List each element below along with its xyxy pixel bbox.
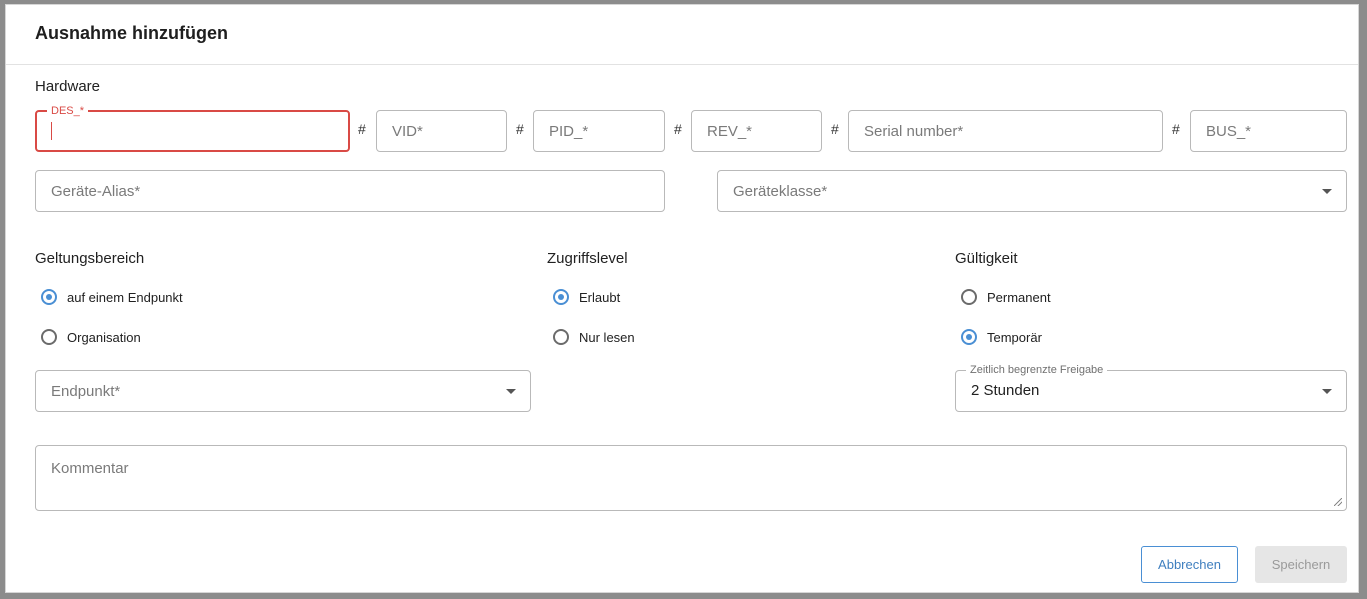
- device-alias-placeholder: Geräte-Alias*: [51, 183, 141, 200]
- duration-select[interactable]: Zeitlich begrenzte Freigabe 2 Stunden: [955, 363, 1347, 412]
- radio-button[interactable]: [961, 329, 977, 345]
- add-exception-dialog: Ausnahme hinzufügen Hardware DES_* # VID…: [5, 4, 1359, 593]
- radio-button[interactable]: [961, 289, 977, 305]
- text-caret: [51, 122, 52, 140]
- separator-hash: #: [516, 121, 524, 137]
- duration-float-label: Zeitlich begrenzte Freigabe: [966, 363, 1108, 377]
- des-float-label: DES_*: [47, 104, 89, 118]
- radio-button[interactable]: [553, 329, 569, 345]
- device-alias-field[interactable]: Geräte-Alias*: [35, 170, 665, 212]
- rev-field[interactable]: REV_*: [691, 110, 822, 152]
- endpoint-select[interactable]: Endpunkt*: [35, 370, 531, 412]
- vid-placeholder: VID*: [392, 123, 423, 140]
- cancel-button[interactable]: Abbrechen: [1141, 546, 1238, 583]
- radio-label: Nur lesen: [579, 329, 635, 345]
- pid-field[interactable]: PID_*: [533, 110, 665, 152]
- device-class-select[interactable]: Geräteklasse*: [717, 170, 1347, 212]
- dialog-title: Ausnahme hinzufügen: [35, 23, 228, 43]
- device-class-placeholder: Geräteklasse*: [733, 183, 828, 200]
- serial-number-placeholder: Serial number*: [864, 123, 964, 140]
- radio-scope-organisation[interactable]: Organisation: [41, 329, 141, 345]
- separator-hash: #: [1172, 121, 1180, 137]
- separator-hash: #: [358, 121, 366, 137]
- chevron-down-icon: [1322, 189, 1332, 194]
- radio-validity-permanent[interactable]: Permanent: [961, 289, 1051, 305]
- pid-placeholder: PID_*: [549, 123, 589, 140]
- vid-field[interactable]: VID*: [376, 110, 507, 152]
- access-label: Zugriffslevel: [547, 250, 628, 267]
- validity-label: Gültigkeit: [955, 250, 1018, 267]
- radio-label: Permanent: [987, 289, 1051, 305]
- duration-value: 2 Stunden: [971, 382, 1040, 399]
- radio-label: Erlaubt: [579, 289, 621, 305]
- radio-label: Organisation: [67, 329, 141, 345]
- header-divider: [6, 64, 1358, 65]
- chevron-down-icon: [1322, 389, 1332, 394]
- radio-button[interactable]: [41, 289, 57, 305]
- chevron-down-icon: [506, 389, 516, 394]
- des-field[interactable]: DES_*: [35, 104, 350, 152]
- radio-button[interactable]: [41, 329, 57, 345]
- comment-textarea[interactable]: Kommentar: [35, 445, 1347, 511]
- radio-label: auf einem Endpunkt: [67, 289, 183, 305]
- radio-scope-endpoint[interactable]: auf einem Endpunkt: [41, 289, 183, 305]
- save-button[interactable]: Speichern: [1255, 546, 1347, 583]
- endpoint-placeholder: Endpunkt*: [51, 383, 121, 400]
- separator-hash: #: [831, 121, 839, 137]
- separator-hash: #: [674, 121, 682, 137]
- hardware-label: Hardware: [35, 78, 101, 95]
- rev-placeholder: REV_*: [707, 123, 753, 140]
- radio-label: Temporär: [987, 329, 1042, 345]
- radio-access-readonly[interactable]: Nur lesen: [553, 329, 635, 345]
- bus-field[interactable]: BUS_*: [1190, 110, 1347, 152]
- radio-access-allowed[interactable]: Erlaubt: [553, 289, 620, 305]
- bus-placeholder: BUS_*: [1206, 123, 1252, 140]
- comment-placeholder: Kommentar: [51, 460, 129, 477]
- radio-button[interactable]: [553, 289, 569, 305]
- scope-label: Geltungsbereich: [35, 250, 145, 267]
- radio-validity-temporary[interactable]: Temporär: [961, 329, 1042, 345]
- serial-number-field[interactable]: Serial number*: [848, 110, 1163, 152]
- resize-handle-icon[interactable]: [1334, 498, 1342, 506]
